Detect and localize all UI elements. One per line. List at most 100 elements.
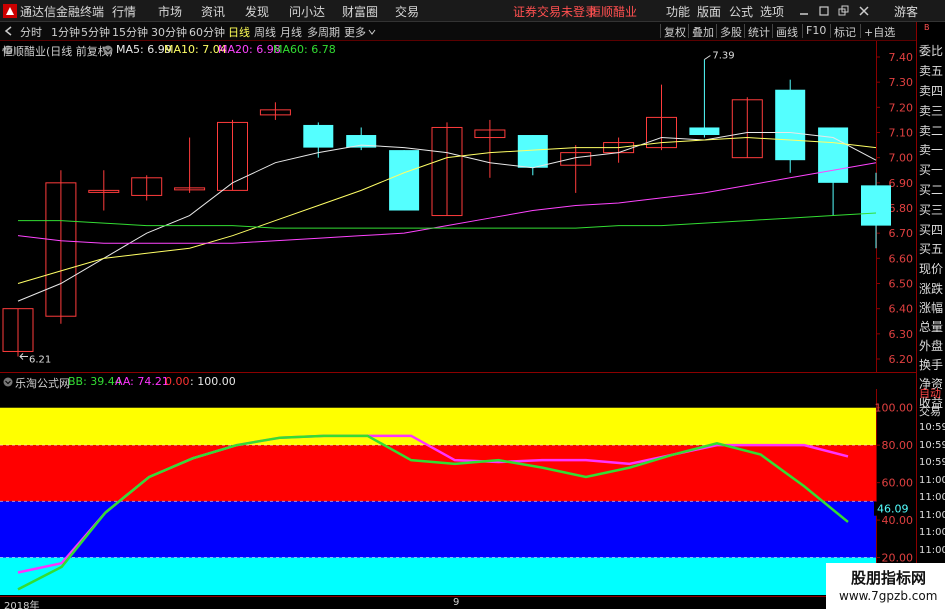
tick-time: 11:00 bbox=[919, 474, 945, 486]
quote-row-label: 卖四 bbox=[919, 84, 944, 98]
overlay-button[interactable]: 叠加 bbox=[692, 24, 714, 40]
tick-time: 11:00 bbox=[919, 544, 945, 556]
quote-row-label: 涨幅 bbox=[919, 301, 944, 315]
cursor-value-label: 46.09 bbox=[877, 503, 909, 516]
quote-row-label: 换手 bbox=[919, 358, 944, 372]
menu-item-layout[interactable]: 版面 bbox=[697, 3, 721, 20]
tick-time: 10:59 bbox=[919, 439, 945, 451]
period-tab-30min[interactable]: 30分钟 bbox=[151, 24, 187, 40]
chevron-down-icon[interactable] bbox=[368, 28, 376, 36]
price-tick-label: 6.30 bbox=[889, 328, 914, 341]
maximize-icon[interactable] bbox=[818, 5, 830, 17]
price-tick-label: 6.40 bbox=[889, 303, 914, 316]
price-tick-label: 7.00 bbox=[889, 152, 914, 165]
indicator-value-2: : 100.00 bbox=[190, 375, 236, 388]
f10-button[interactable]: F10 bbox=[806, 24, 826, 37]
indicator-collapse-icon[interactable] bbox=[3, 377, 13, 387]
candle-body bbox=[861, 185, 891, 226]
multi-stock-button[interactable]: 多股 bbox=[720, 24, 742, 40]
menu-item-function[interactable]: 功能 bbox=[666, 3, 690, 20]
high-price-label: 7.39 bbox=[712, 51, 734, 62]
quote-row-label: 卖三 bbox=[919, 104, 944, 118]
menu-item-formula[interactable]: 公式 bbox=[729, 3, 753, 20]
period-tab-5min[interactable]: 5分钟 bbox=[81, 24, 110, 40]
indicator-band bbox=[0, 501, 876, 558]
period-toolbar: 分时 1分钟 5分钟 15分钟 30分钟 60分钟 日线 周线 月线 多周期 更… bbox=[0, 22, 945, 41]
period-tab-multi[interactable]: 多周期 bbox=[307, 24, 340, 40]
period-tab-more[interactable]: 更多 bbox=[344, 24, 366, 40]
menu-item-quotes[interactable]: 行情 bbox=[112, 3, 136, 20]
tick-time: 11:00 bbox=[919, 509, 945, 521]
menu-item-wealth[interactable]: 财富圈 bbox=[342, 3, 378, 20]
price-tick-label: 7.20 bbox=[889, 101, 914, 114]
price-tick-label: 7.30 bbox=[889, 76, 914, 89]
candlestick-chart[interactable]: 7.40 7.30 7.20 7.10 7.00 6.90 6.80 6.70 6.60 6.50… bbox=[0, 41, 918, 373]
indicator-band bbox=[0, 557, 876, 595]
back-arrow-icon[interactable] bbox=[4, 26, 14, 36]
price-tick-label: 6.20 bbox=[889, 353, 914, 366]
quote-row-label: 买四 bbox=[919, 223, 944, 237]
period-tab-weekly[interactable]: 周线 bbox=[254, 24, 276, 40]
price-tick-label: 7.10 bbox=[889, 127, 914, 140]
quote-row-label: 买三 bbox=[919, 203, 944, 217]
title-bar: 通达信金融终端 行情 市场 资讯 发现 问小达 财富圈 交易 证券交易未登录 恒… bbox=[0, 0, 945, 22]
quote-row-label: 卖二 bbox=[919, 124, 944, 138]
quote-row-label: 卖五 bbox=[919, 64, 944, 78]
menu-item-trade[interactable]: 交易 bbox=[395, 3, 419, 20]
user-label[interactable]: 游客 bbox=[894, 3, 918, 20]
period-tab-daily[interactable]: 日线 bbox=[228, 24, 250, 40]
indicator-band bbox=[0, 407, 876, 446]
add-watchlist-button[interactable]: +自选 bbox=[864, 24, 895, 40]
period-tab-1min[interactable]: 1分钟 bbox=[51, 24, 80, 40]
price-tick-label: 6.70 bbox=[889, 227, 914, 240]
tick-time: 10:59 bbox=[919, 422, 945, 433]
tick-time: 11:00 bbox=[919, 492, 945, 503]
menu-item-ask[interactable]: 问小达 bbox=[289, 3, 325, 20]
indicator-tick-label: 60.00 bbox=[882, 477, 914, 490]
mark-button[interactable]: 标记 bbox=[834, 24, 856, 40]
candle-body bbox=[303, 124, 334, 148]
panel-tag: B bbox=[924, 23, 930, 32]
candle-body bbox=[818, 127, 849, 183]
menu-item-discover[interactable]: 发现 bbox=[245, 3, 269, 20]
period-tab-monthly[interactable]: 月线 bbox=[280, 24, 302, 40]
close-icon[interactable] bbox=[858, 5, 870, 17]
watermark: 股朋指标网 www.7gpzb.com bbox=[826, 563, 945, 609]
restore-rights-button[interactable]: 复权 bbox=[664, 24, 686, 40]
quote-row-label: 卖一 bbox=[919, 143, 944, 157]
candle-body bbox=[689, 127, 720, 136]
statistics-button[interactable]: 统计 bbox=[748, 24, 770, 40]
restore-icon[interactable] bbox=[838, 5, 850, 17]
bb-label: BB: 39.44 bbox=[68, 375, 122, 388]
draw-line-button[interactable]: 画线 bbox=[776, 24, 798, 40]
period-tab-intraday[interactable]: 分时 bbox=[20, 24, 42, 40]
app-window: 通达信金融终端 行情 市场 资讯 发现 问小达 财富圈 交易 证券交易未登录 恒… bbox=[0, 0, 945, 609]
quote-row-label: 总量 bbox=[919, 320, 944, 334]
low-price-label: 6.21 bbox=[29, 354, 51, 365]
candle-body bbox=[517, 135, 548, 168]
trade-login-warning[interactable]: 证券交易未登录 bbox=[513, 3, 597, 20]
period-tab-60min[interactable]: 60分钟 bbox=[189, 24, 225, 40]
app-title: 通达信金融终端 bbox=[20, 5, 105, 19]
indicator-tick-label: 40.00 bbox=[882, 514, 914, 527]
watermark-title: 股朋指标网 bbox=[851, 569, 927, 587]
quote-row-label: 委比 bbox=[919, 44, 944, 58]
auto-label[interactable]: 自动 bbox=[919, 385, 941, 401]
minimize-icon[interactable] bbox=[798, 5, 810, 17]
menu-item-news[interactable]: 资讯 bbox=[201, 3, 225, 20]
stock-name-title: 恒顺醋业 bbox=[589, 5, 638, 19]
trade-label: 交易 bbox=[919, 405, 941, 418]
indicator-value-1: 0.00 bbox=[165, 375, 190, 388]
quote-row-label: 现价 bbox=[919, 262, 944, 276]
tick-time: 10:59 bbox=[919, 457, 945, 468]
price-tick-label: 6.90 bbox=[889, 177, 914, 190]
candle-body bbox=[775, 89, 806, 161]
quote-row-label: 买二 bbox=[919, 183, 944, 197]
candle-body bbox=[389, 150, 420, 211]
tick-time: 11:00 bbox=[919, 527, 945, 538]
indicator-tick-label: 80.00 bbox=[882, 439, 914, 452]
indicator-chart[interactable]: 100.0080.0060.0040.0020.0046.09 bbox=[0, 389, 918, 595]
menu-item-market[interactable]: 市场 bbox=[158, 3, 182, 20]
period-tab-15min[interactable]: 15分钟 bbox=[112, 24, 148, 40]
menu-item-options[interactable]: 选项 bbox=[760, 3, 784, 20]
